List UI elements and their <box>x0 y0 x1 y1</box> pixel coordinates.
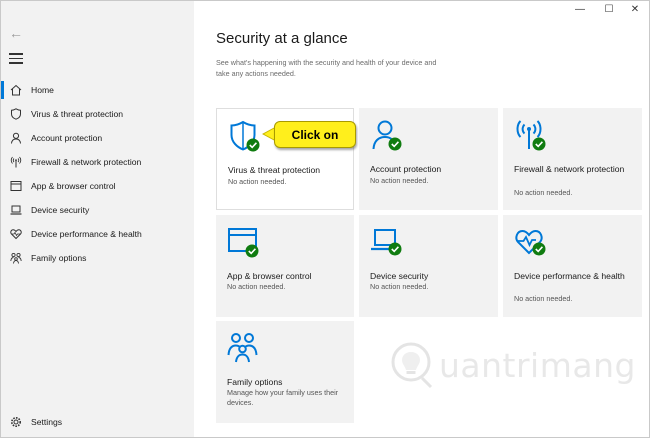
tile-title: Device security <box>370 271 429 281</box>
page-title: Security at a glance <box>216 30 348 47</box>
tile-status: No action needed. <box>514 294 573 303</box>
watermark-text: uantrimang <box>439 346 636 385</box>
family-icon <box>227 333 258 363</box>
browser-check-icon <box>228 228 259 258</box>
heart-check-icon <box>515 229 546 256</box>
tile-device-security[interactable]: Device security No action needed. <box>359 215 498 317</box>
tile-title: App & browser control <box>227 271 312 281</box>
sidebar-item-label: Firewall & network protection <box>31 157 142 167</box>
antenna-check-icon <box>516 120 546 151</box>
laptop-check-icon <box>371 229 402 256</box>
sidebar-item-label: Device security <box>31 205 90 215</box>
tile-status: No action needed. <box>370 176 429 185</box>
sidebar-nav: Home Virus & threat protection Account p… <box>1 78 194 270</box>
tile-app-browser-control[interactable]: App & browser control No action needed. <box>216 215 354 317</box>
sidebar: ← Home Virus & threat protection Account… <box>1 1 194 437</box>
family-icon <box>9 251 23 265</box>
sidebar-item-label: Device performance & health <box>31 229 142 239</box>
tile-status: No action needed. <box>227 282 286 291</box>
tile-title: Family options <box>227 377 283 387</box>
sidebar-item-device-performance[interactable]: Device performance & health <box>1 222 194 246</box>
page-subtitle: See what's happening with the security a… <box>216 58 437 78</box>
minimize-button[interactable]: — <box>572 4 588 15</box>
tile-status: No action needed. <box>228 177 287 186</box>
tile-firewall-network-protection[interactable]: Firewall & network protection No action … <box>503 108 642 210</box>
sidebar-item-settings[interactable]: Settings <box>1 410 194 434</box>
sidebar-item-label: Account protection <box>31 133 103 143</box>
hamburger-menu-icon[interactable] <box>9 53 23 65</box>
close-button[interactable]: ✕ <box>627 4 643 15</box>
tile-status: No action needed. <box>514 188 573 197</box>
sidebar-item-home[interactable]: Home <box>1 78 194 102</box>
sidebar-item-device-security[interactable]: Device security <box>1 198 194 222</box>
sidebar-item-label: Settings <box>31 417 63 427</box>
sidebar-item-virus-threat[interactable]: Virus & threat protection <box>1 102 194 126</box>
shield-icon <box>9 107 23 121</box>
tile-title: Account protection <box>370 164 442 174</box>
tile-account-protection[interactable]: Account protection No action needed. <box>359 108 498 210</box>
tile-title: Firewall & network protection <box>514 164 625 174</box>
watermark: uantrimang <box>389 340 635 392</box>
tile-device-performance-health[interactable]: Device performance & health No action ne… <box>503 215 642 317</box>
tile-title: Virus & threat protection <box>228 165 321 175</box>
maximize-button[interactable]: ☐ <box>601 4 617 15</box>
person-check-icon <box>372 120 402 151</box>
sidebar-item-label: Virus & threat protection <box>31 109 124 119</box>
sidebar-item-label: Home <box>31 85 54 95</box>
shield-check-icon <box>230 120 260 152</box>
click-on-callout: Click on <box>274 121 356 148</box>
tile-family-options[interactable]: Family options Manage how your family us… <box>216 321 354 423</box>
antenna-icon <box>9 155 23 169</box>
laptop-icon <box>9 203 23 217</box>
sidebar-item-family-options[interactable]: Family options <box>1 246 194 270</box>
home-icon <box>9 83 23 97</box>
gear-icon <box>9 415 23 429</box>
sidebar-item-app-browser[interactable]: App & browser control <box>1 174 194 198</box>
sidebar-item-label: App & browser control <box>31 181 116 191</box>
back-button[interactable]: ← <box>9 25 25 41</box>
sidebar-item-label: Family options <box>31 253 87 263</box>
heart-icon <box>9 227 23 241</box>
person-icon <box>9 131 23 145</box>
tile-title: Device performance & health <box>514 271 625 281</box>
tile-status: No action needed. <box>370 282 429 291</box>
browser-window-icon <box>9 179 23 193</box>
tile-status: Manage how your family uses their device… <box>227 388 339 407</box>
sidebar-item-account-protection[interactable]: Account protection <box>1 126 194 150</box>
lightbulb-logo-icon <box>391 342 433 389</box>
sidebar-item-firewall[interactable]: Firewall & network protection <box>1 150 194 174</box>
